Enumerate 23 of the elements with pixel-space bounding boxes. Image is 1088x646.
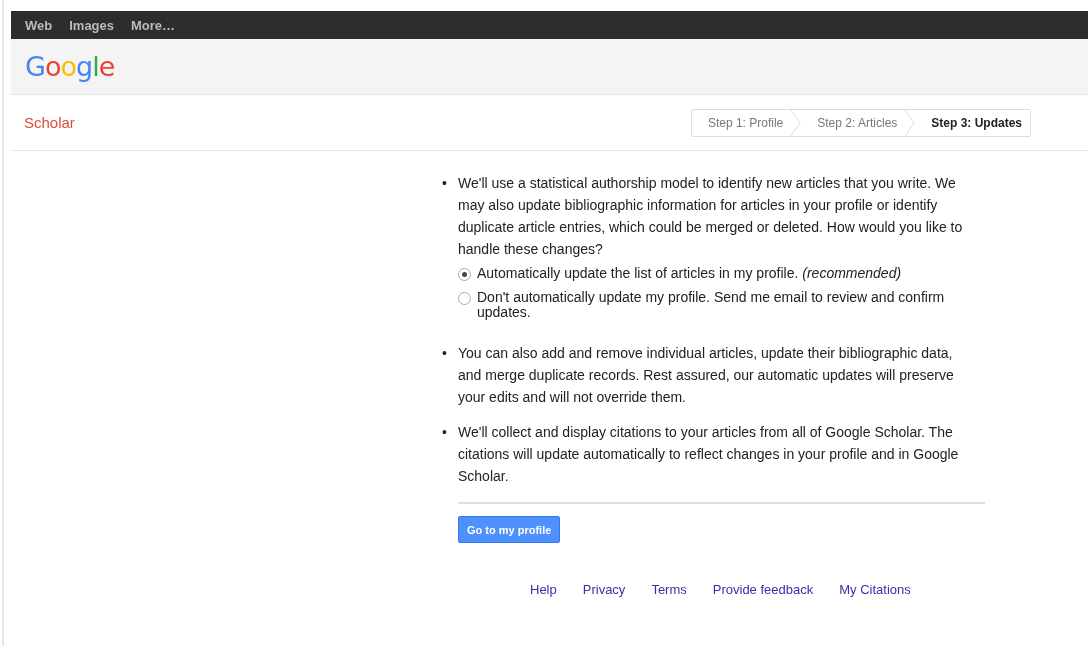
bullet-marker: • — [441, 344, 448, 363]
footer-link[interactable]: Privacy — [582, 579, 626, 601]
option-label[interactable]: Automatically update the list of articles in my profile. (recommended) — [477, 266, 902, 281]
nav-link[interactable]: Images — [69, 17, 115, 33]
footer-link[interactable]: Help — [530, 579, 557, 601]
step-tab[interactable]: Step 3: Updates — [915, 109, 1030, 136]
radio-button[interactable] — [458, 268, 471, 281]
paragraph: We'll use a statistical authorship model to identify new articles that you write. We may also update bibliographic information for articles in your profile or identify duplicate article entries, which could be merged or deleted. How would you like to handle these changes? — [458, 175, 963, 257]
option-label[interactable]: Don't automatically update my profile. Send me email to review and confirm updates. — [477, 290, 970, 320]
logo[interactable]: Google — [25, 53, 115, 80]
bullet-marker: • — [441, 423, 448, 442]
footer-link[interactable]: Provide feedback — [712, 579, 814, 601]
footer-link[interactable]: Terms — [651, 579, 687, 601]
paragraph: You can also add and remove individual articles, update their bibliographic data, and merge duplicate records. Rest assured, our automatic updates will preserve your edits and will not override them. — [458, 345, 954, 405]
step-tab[interactable]: Step 2: Articles — [801, 109, 906, 136]
nav-link[interactable]: Web — [25, 17, 53, 33]
step-tab[interactable]: Step 1: Profile — [691, 109, 792, 136]
section-title[interactable]: Scholar — [24, 114, 75, 131]
nav-link[interactable]: More… — [131, 17, 176, 33]
bullet-marker: • — [441, 174, 448, 193]
footer-link[interactable]: My Citations — [839, 579, 911, 601]
radio-button[interactable] — [458, 292, 471, 305]
paragraph: We'll collect and display citations to your articles from all of Google Scholar. The citations will update automatically to reflect changes in your profile and in Google Scholar. — [458, 424, 959, 484]
